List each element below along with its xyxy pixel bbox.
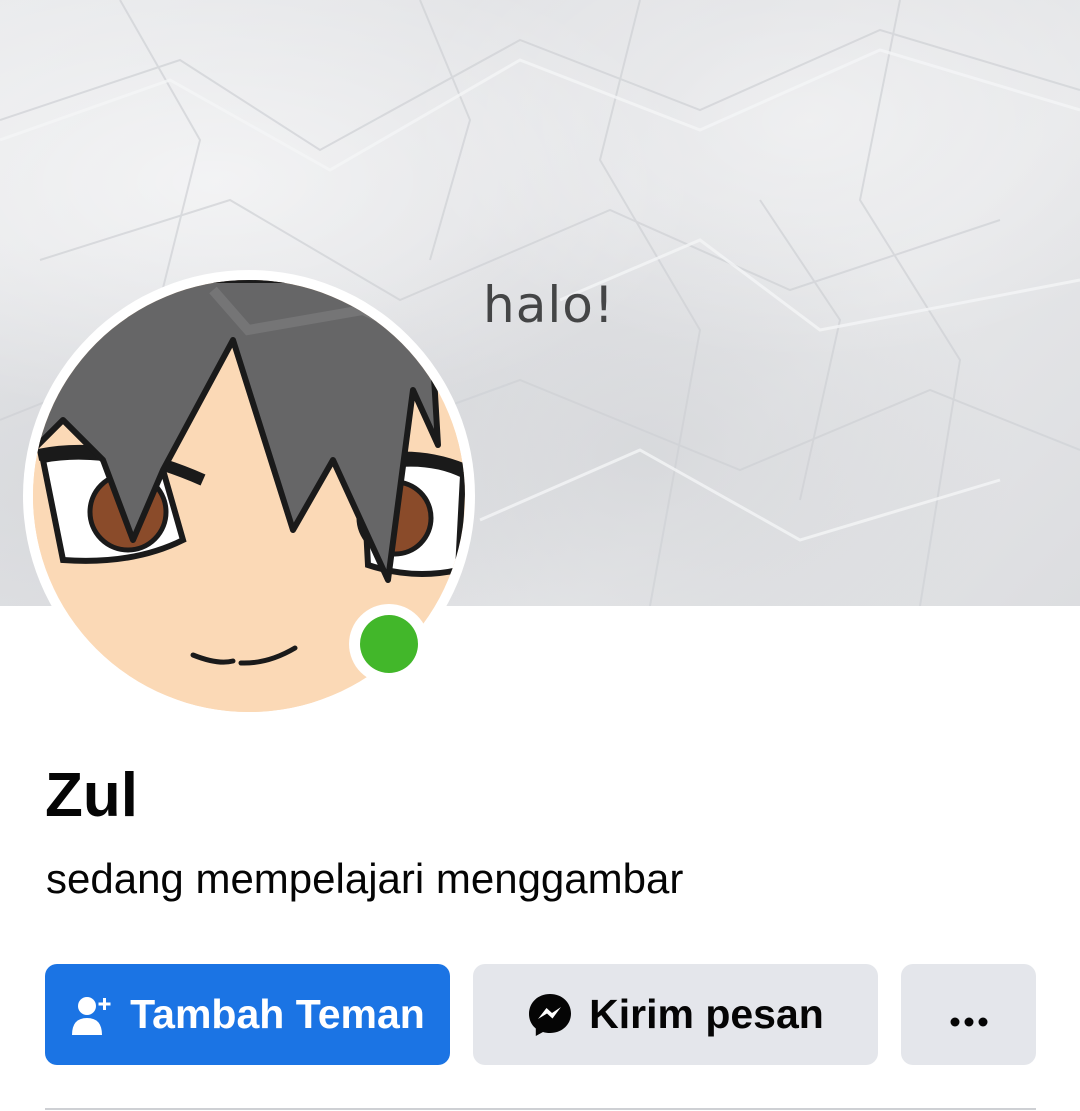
add-friend-icon: [70, 993, 114, 1037]
cover-text: halo!: [483, 276, 615, 334]
add-friend-button[interactable]: Tambah Teman: [45, 964, 450, 1065]
profile-bio: sedang mempelajari menggambar: [46, 855, 684, 902]
send-message-button[interactable]: Kirim pesan: [473, 964, 878, 1065]
online-dot: [360, 615, 418, 673]
divider: [45, 1108, 1036, 1110]
messenger-icon: [527, 992, 573, 1038]
online-status-indicator: [349, 604, 429, 684]
add-friend-label: Tambah Teman: [130, 991, 425, 1037]
more-dots-icon: [949, 991, 989, 1038]
more-options-button[interactable]: [901, 964, 1036, 1065]
send-message-label: Kirim pesan: [589, 991, 824, 1037]
profile-name: Zul: [45, 761, 138, 830]
